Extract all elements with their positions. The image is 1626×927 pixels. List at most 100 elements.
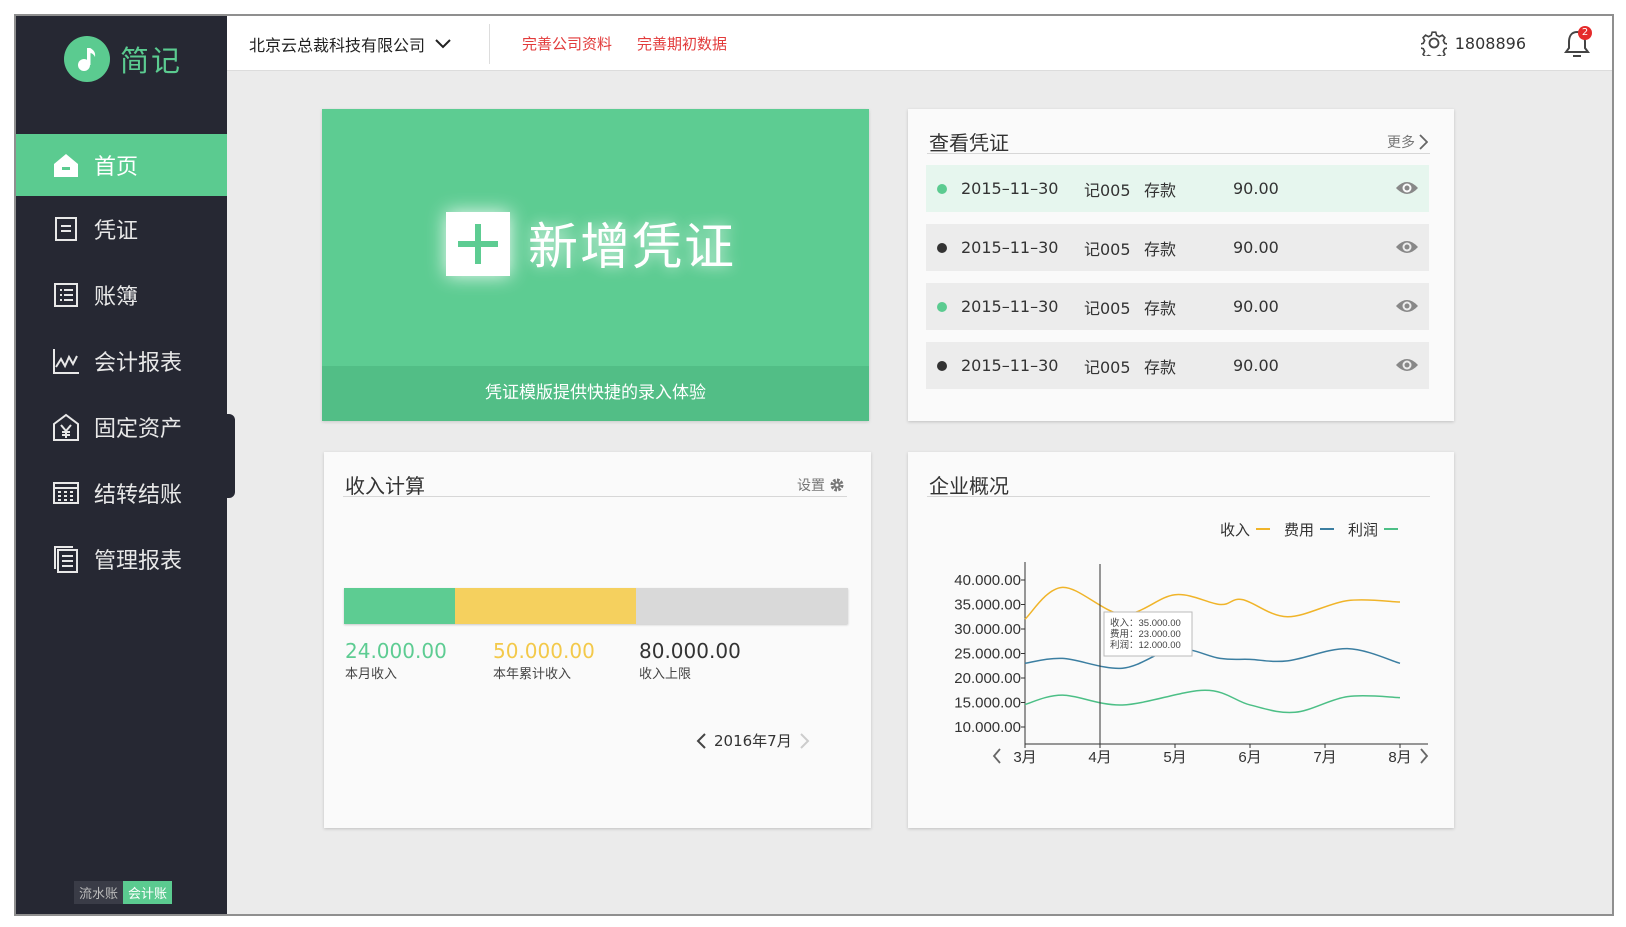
- new-voucher-title: 新增凭证: [528, 218, 736, 276]
- stat-label: 收入上限: [639, 667, 692, 682]
- voucher-code: 记005: [1084, 298, 1131, 318]
- stat-value: 80.000.00: [639, 639, 741, 663]
- notifications-button[interactable]: 2: [1562, 26, 1592, 60]
- status-dot: [937, 360, 947, 371]
- voucher-list: 2015–11–30 记005 存款 90.00 2015–11–30 记005…: [926, 165, 1429, 401]
- logo-icon: [64, 36, 110, 82]
- x-tick-label: 6月: [1238, 749, 1261, 766]
- series-line-收入: [1024, 586, 1401, 620]
- new-voucher-subtitle: 凭证模版提供快捷的录入体验: [322, 366, 869, 421]
- voucher-row[interactable]: 2015–11–30 记005 存款 90.00: [926, 224, 1429, 271]
- home-icon: [52, 151, 80, 179]
- app-window: 简记 首页 凭证 账簿 会计报表 固定资产 结转结账 管理报表 流水账 会计账 …: [14, 14, 1614, 916]
- divider: [927, 153, 1430, 154]
- document-stack-icon: [52, 545, 80, 573]
- voucher-amount: 90.00: [1233, 297, 1279, 316]
- tooltip-line: 收入：35.000.00: [1110, 617, 1181, 629]
- sidebar-item-reports[interactable]: 会计报表: [16, 328, 227, 394]
- voucher-icon: [52, 215, 80, 243]
- sidebar-item-voucher[interactable]: 凭证: [16, 196, 227, 262]
- eye-icon[interactable]: [1395, 238, 1419, 256]
- mode-accounting[interactable]: 会计账: [123, 881, 173, 904]
- report-chart-icon: [52, 347, 80, 375]
- status-dot: [937, 301, 947, 312]
- new-voucher-tile[interactable]: 新增凭证 凭证模版提供快捷的录入体验: [322, 109, 869, 421]
- y-tick-label: 30.000.00: [954, 621, 1021, 638]
- tooltip-line: 费用：23.000.00: [1110, 628, 1181, 640]
- x-tick-label: 3月: [1013, 749, 1036, 766]
- voucher-amount: 90.00: [1233, 356, 1279, 375]
- sidebar-item-label: 会计报表: [94, 351, 183, 376]
- eye-icon[interactable]: [1395, 179, 1419, 197]
- income-panel: 收入计算 设置 24.000.00 本月收入 50.000.00 本年累计收入 …: [324, 452, 871, 828]
- y-tick-label: 25.000.00: [954, 646, 1021, 663]
- complete-opening-data-link[interactable]: 完善期初数据: [637, 33, 727, 54]
- company-selector[interactable]: 北京云总裁科技有限公司: [249, 32, 451, 56]
- sidebar-item-management-reports[interactable]: 管理报表: [16, 526, 227, 592]
- top-bar: 北京云总裁科技有限公司 完善公司资料 完善期初数据 1808896 2: [227, 16, 1612, 71]
- voucher-row[interactable]: 2015–11–30 记005 存款 90.00: [926, 342, 1429, 389]
- sidebar-item-label: 管理报表: [94, 549, 183, 574]
- chevron-left-icon[interactable]: [696, 732, 706, 749]
- voucher-type: 存款: [1144, 239, 1177, 259]
- chevron-right-icon[interactable]: [800, 732, 810, 749]
- eye-icon[interactable]: [1395, 297, 1419, 315]
- voucher-date: 2015–11–30: [961, 356, 1059, 375]
- sidebar-item-closing[interactable]: 结转结账: [16, 460, 227, 526]
- stat-income-limit: 80.000.00 收入上限: [639, 639, 741, 682]
- eye-icon[interactable]: [1395, 356, 1419, 374]
- voucher-code: 记005: [1084, 239, 1131, 259]
- plus-icon: [446, 212, 510, 276]
- chevron-left-icon: [992, 748, 1001, 764]
- tooltip-line: 利润：12.000.00: [1110, 639, 1181, 651]
- sidebar-collapse-handle[interactable]: [227, 414, 235, 498]
- more-link[interactable]: 更多: [1387, 132, 1428, 152]
- bookkeeping-mode-toggle[interactable]: 流水账 会计账: [74, 881, 173, 904]
- divider: [343, 496, 847, 497]
- voucher-date: 2015–11–30: [961, 179, 1059, 198]
- current-month: 2016年7月: [714, 732, 792, 750]
- voucher-row[interactable]: 2015–11–30 记005 存款 90.00: [926, 165, 1429, 212]
- complete-company-info-link[interactable]: 完善公司资料: [522, 33, 612, 54]
- sidebar: 简记 首页 凭证 账簿 会计报表 固定资产 结转结账 管理报表 流水账 会计账: [16, 16, 227, 914]
- voucher-row[interactable]: 2015–11–30 记005 存款 90.00: [926, 283, 1429, 330]
- x-tick-label: 5月: [1163, 749, 1186, 766]
- voucher-panel: 查看凭证 更多 2015–11–30 记005 存款 90.00 2015–11…: [908, 109, 1454, 421]
- user-id: 1808896: [1454, 33, 1526, 53]
- legend-label: 利润: [1348, 522, 1378, 539]
- chevron-down-icon: [435, 39, 451, 49]
- status-dot: [937, 183, 947, 194]
- sidebar-item-label: 首页: [94, 155, 139, 180]
- voucher-type: 存款: [1144, 357, 1177, 377]
- overview-line-chart: 40.000.00 35.000.00 30.000.00 25.000.00 20.0…: [954, 522, 1429, 766]
- sidebar-item-home[interactable]: 首页: [16, 134, 227, 196]
- sidebar-nav: 首页 凭证 账簿 会计报表 固定资产 结转结账 管理报表: [16, 134, 227, 592]
- overview-panel: 企业概况 40.000.00 35.000.00 30.000.00 25.000.0…: [908, 452, 1454, 828]
- stat-value: 24.000.00: [345, 639, 447, 663]
- stat-value: 50.000.00: [493, 639, 595, 663]
- voucher-date: 2015–11–30: [961, 238, 1059, 257]
- sidebar-item-ledger[interactable]: 账簿: [16, 262, 227, 328]
- notification-badge: 2: [1578, 26, 1592, 40]
- divider: [489, 24, 490, 64]
- month-navigator: 2016年7月: [696, 730, 810, 751]
- y-tick-label: 15.000.00: [954, 695, 1021, 712]
- chevron-right-icon: [1419, 134, 1428, 150]
- legend-label: 收入: [1220, 522, 1250, 539]
- y-tick-label: 20.000.00: [954, 670, 1021, 687]
- voucher-amount: 90.00: [1233, 238, 1279, 257]
- stat-label: 本年累计收入: [493, 667, 572, 682]
- settings-button[interactable]: 设置: [797, 475, 845, 495]
- chevron-right-icon: [1420, 748, 1429, 764]
- gear-icon: [1420, 31, 1447, 56]
- app-logo[interactable]: 简记: [64, 36, 182, 82]
- logo-text: 简记: [120, 44, 183, 78]
- y-tick-label: 10.000.00: [954, 719, 1021, 736]
- voucher-date: 2015–11–30: [961, 297, 1059, 316]
- sidebar-item-fixed-assets[interactable]: 固定资产: [16, 394, 227, 460]
- voucher-type: 存款: [1144, 180, 1177, 200]
- panel-title: 查看凭证: [929, 131, 1009, 155]
- mode-cashbook[interactable]: 流水账: [74, 881, 124, 904]
- panel-title: 收入计算: [345, 474, 425, 498]
- user-settings[interactable]: 1808896: [1420, 30, 1526, 56]
